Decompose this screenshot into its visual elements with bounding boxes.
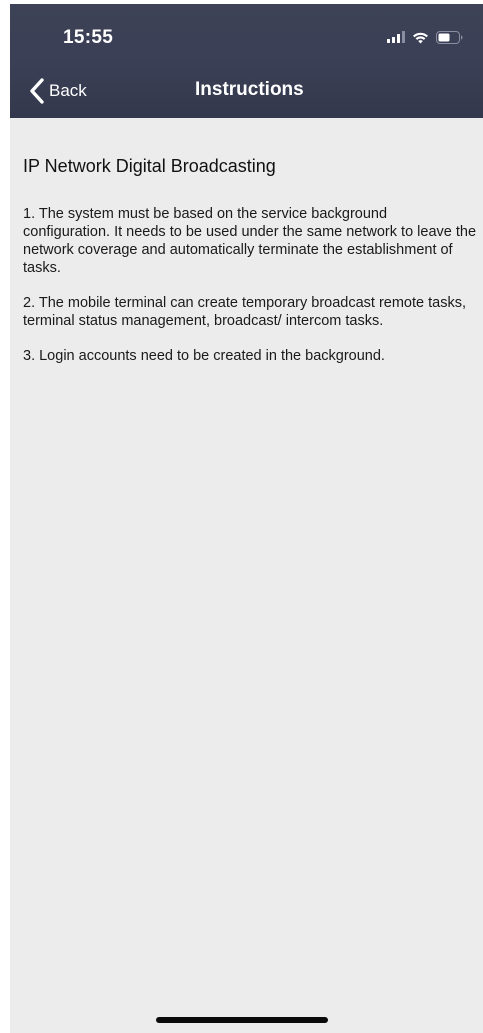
home-indicator[interactable] xyxy=(156,1017,328,1023)
instruction-paragraph-2: 2. The mobile terminal can create tempor… xyxy=(23,295,466,329)
app-screen: 15:55 Back Instructions IP Network Digit… xyxy=(10,4,483,1033)
page-title: Instructions xyxy=(195,79,304,100)
status-bar: 15:55 xyxy=(10,4,483,64)
chevron-left-icon xyxy=(30,78,44,104)
instruction-paragraph-3: 3. Login accounts need to be created in … xyxy=(23,348,385,364)
instruction-paragraph-1: 1. The system must be based on the servi… xyxy=(23,206,477,276)
instructions-content: IP Network Digital Broadcasting 1. The s… xyxy=(23,156,478,382)
cellular-signal-icon xyxy=(387,31,405,43)
wifi-icon xyxy=(412,31,429,44)
instructions-heading: IP Network Digital Broadcasting xyxy=(23,156,276,176)
status-icons xyxy=(387,28,463,46)
status-time: 15:55 xyxy=(63,27,114,48)
battery-icon xyxy=(436,30,463,44)
navigation-bar: Back Instructions xyxy=(10,68,483,114)
header: 15:55 Back Instructions xyxy=(10,4,483,118)
back-button[interactable]: Back xyxy=(30,74,87,108)
back-button-label: Back xyxy=(49,81,87,100)
